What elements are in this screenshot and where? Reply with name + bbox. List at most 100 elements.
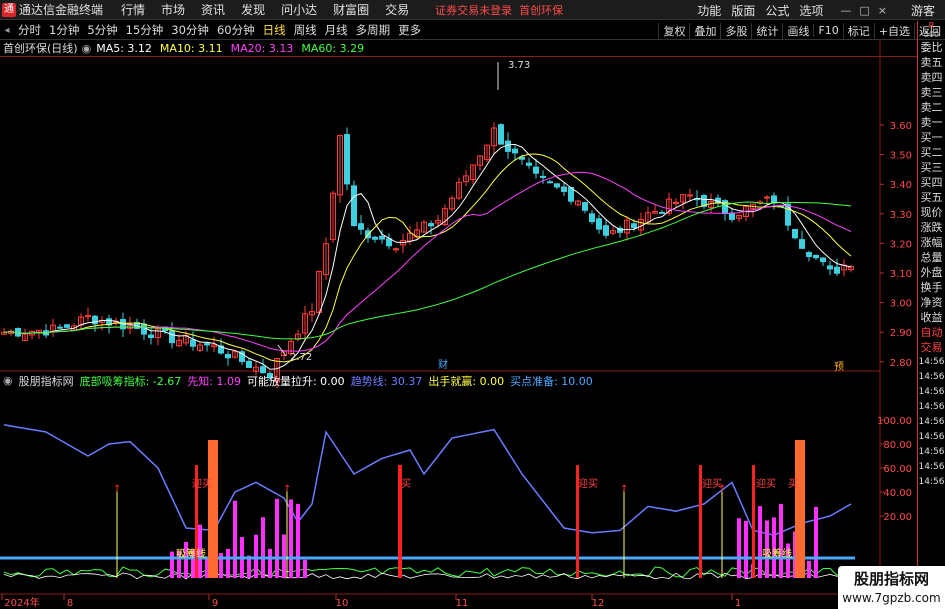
candle-body xyxy=(351,185,357,227)
panel-item-26: 14:56 xyxy=(918,432,945,442)
event-marker-finance: 财 xyxy=(438,358,448,371)
main-top-border xyxy=(0,56,917,57)
date-label: 9 xyxy=(212,598,218,609)
accum-bar xyxy=(296,503,300,578)
panel-item-24: 14:56 xyxy=(918,402,945,412)
up-arrow-icon: ↑ xyxy=(113,484,121,495)
indicator-value-4: 趋势线: 30.37 xyxy=(350,374,423,388)
price-tick-label: 3.20 xyxy=(890,239,912,250)
candle-body xyxy=(820,257,826,263)
panel-item-0: 委比 xyxy=(920,41,943,54)
indicator-dropdown-icon[interactable]: ◉ xyxy=(3,374,13,387)
signal-label: 买 xyxy=(788,478,798,490)
ma5-value: MA5: 3.12 xyxy=(96,41,152,55)
candle-body xyxy=(393,248,399,251)
watermark-title: 股朋指标网 xyxy=(853,570,929,588)
candle-body xyxy=(225,353,231,359)
accum-bar xyxy=(226,548,230,578)
candle-body xyxy=(372,236,378,240)
panel-item-5: 卖一 xyxy=(920,116,943,129)
accum-bar xyxy=(233,500,237,578)
buy-signal-bar xyxy=(752,465,755,578)
indicator-value-5: 出手就赢: 0.00 xyxy=(428,374,505,388)
price-tick-label: 3.60 xyxy=(890,121,912,132)
accum-bar xyxy=(814,506,818,578)
date-label: 8 xyxy=(67,598,73,609)
candle-body xyxy=(505,140,511,152)
price-tick-label: 3.00 xyxy=(890,299,912,310)
candle-body xyxy=(428,223,434,227)
up-arrow-icon: ↑ xyxy=(283,484,291,495)
panel-item-10: 买五 xyxy=(920,191,943,204)
candle-body xyxy=(57,326,63,329)
candle-body xyxy=(792,228,798,239)
panel-item-6: 买一 xyxy=(920,131,943,144)
candle-body xyxy=(379,235,385,240)
date-label: 10 xyxy=(336,598,349,609)
candle-body xyxy=(673,201,679,204)
panel-item-8: 买三 xyxy=(920,161,943,174)
panel-item-14: 总量 xyxy=(920,251,943,264)
indicator-header: ◉ 股朋指标网 底部吸筹指标: -2.67 先知: 1.09 可能放量拉升: 0… xyxy=(0,373,599,388)
panel-item-18: 收益 xyxy=(920,311,943,324)
panel-header: R 500 xyxy=(917,21,945,40)
ma60-value: MA60: 3.29 xyxy=(301,41,365,55)
signal-label: 迎买 xyxy=(702,478,722,490)
watermark-url: www.7gpzb.com xyxy=(842,591,941,605)
candle-body xyxy=(806,252,812,257)
panel-item-11: 现价 xyxy=(920,206,943,219)
main-chart-header: 首创环保(日线) ◉ MA5: 3.12 MA10: 3.11 MA20: 3.… xyxy=(0,40,372,56)
panel-item-12: 涨跌 xyxy=(920,221,943,234)
high-label: 3.73 xyxy=(508,60,530,71)
candle-body xyxy=(589,213,595,223)
indicator-name[interactable]: 股朋指标网 xyxy=(19,373,74,389)
signal-label: 迎买 xyxy=(578,478,598,490)
panel-item-2: 卖四 xyxy=(920,71,943,84)
panel-item-7: 买二 xyxy=(920,146,943,159)
price-tick-label: 3.50 xyxy=(890,151,912,162)
indicator-value-2: 先知: 1.09 xyxy=(187,374,241,388)
candle-body xyxy=(596,218,602,230)
ma10-value: MA10: 3.11 xyxy=(159,41,223,55)
candle-body xyxy=(141,323,147,335)
panel-item-27: 14:56 xyxy=(918,447,945,457)
ind-tick-label: 80.00 xyxy=(883,440,912,451)
accum-bar xyxy=(758,506,762,578)
event-marker-forecast: 预 xyxy=(834,361,844,373)
candle-body xyxy=(148,334,154,339)
panel-item-4: 卖二 xyxy=(920,101,943,114)
candle-body xyxy=(827,265,833,270)
accum-bar xyxy=(779,503,783,578)
accum-bar xyxy=(275,498,279,578)
settings-dropdown-icon[interactable]: ◉ xyxy=(82,42,92,55)
candle-body xyxy=(190,339,196,347)
candle-body xyxy=(659,211,665,214)
price-tick-label: 2.90 xyxy=(890,328,912,339)
ind-tick-label: 100.00 xyxy=(877,416,912,427)
candle-body xyxy=(582,202,588,211)
accum-bar xyxy=(170,551,174,578)
candle-body xyxy=(554,183,560,188)
panel-item-28: 14:56 xyxy=(918,462,945,472)
candle-body xyxy=(246,360,252,368)
indicator-value-1: 底部吸筹指标: -2.67 xyxy=(79,374,182,388)
chart-title: 首创环保(日线) xyxy=(3,42,78,55)
panel-item-9: 买四 xyxy=(920,176,943,189)
panel-item-1: 卖五 xyxy=(920,56,943,69)
candle-body xyxy=(498,124,504,145)
up-arrow-icon: ↑ xyxy=(620,484,628,495)
ind-tick-label: 40.00 xyxy=(883,488,912,499)
indicator-value-3: 可能放量拉升: 0.00 xyxy=(246,374,345,388)
ma60-line xyxy=(3,201,852,340)
candle-body xyxy=(603,225,609,236)
panel-item-23: 14:56 xyxy=(918,387,945,397)
panel-item-13: 涨幅 xyxy=(920,236,943,249)
date-label: 2024年 xyxy=(4,596,39,609)
date-label: 12 xyxy=(592,598,605,609)
candle-body xyxy=(799,239,805,249)
chart-canvas[interactable]: 3.60 3.50 3.40 3.30 3.20 3.10 3.00 2.90 2.80 100.… xyxy=(0,0,917,609)
panel-item-21: 14:56 xyxy=(918,357,945,367)
candle-body xyxy=(764,196,770,199)
panel-item-15: 外盘 xyxy=(920,266,943,279)
date-label: 1 xyxy=(735,598,741,609)
